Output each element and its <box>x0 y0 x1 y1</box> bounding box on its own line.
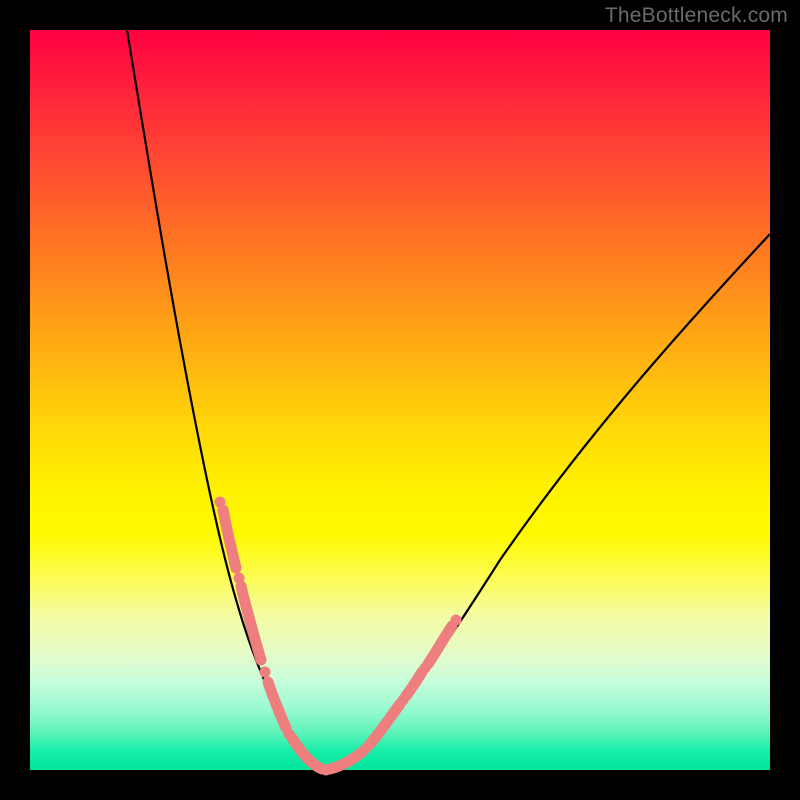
hl-left-3 <box>268 682 286 728</box>
dot <box>361 743 372 754</box>
hl-right-3 <box>428 626 452 664</box>
highlight-group <box>223 510 452 769</box>
hl-right-1 <box>370 704 400 744</box>
chart-frame: TheBottleneck.com <box>0 0 800 800</box>
dot <box>451 615 462 626</box>
hl-bottom-2 <box>330 752 362 769</box>
main-curve-right <box>322 234 770 770</box>
main-curve-left <box>127 30 322 770</box>
curve-layer <box>30 30 770 770</box>
dot <box>321 765 332 776</box>
dot <box>284 729 295 740</box>
dot <box>215 497 226 508</box>
plot-area <box>30 30 770 770</box>
watermark-text: TheBottleneck.com <box>605 4 788 28</box>
dot <box>234 573 245 584</box>
dot <box>420 663 431 674</box>
dot <box>398 695 409 706</box>
dot <box>260 667 271 678</box>
hl-bottom-1 <box>292 738 322 769</box>
hl-right-2 <box>406 672 422 696</box>
